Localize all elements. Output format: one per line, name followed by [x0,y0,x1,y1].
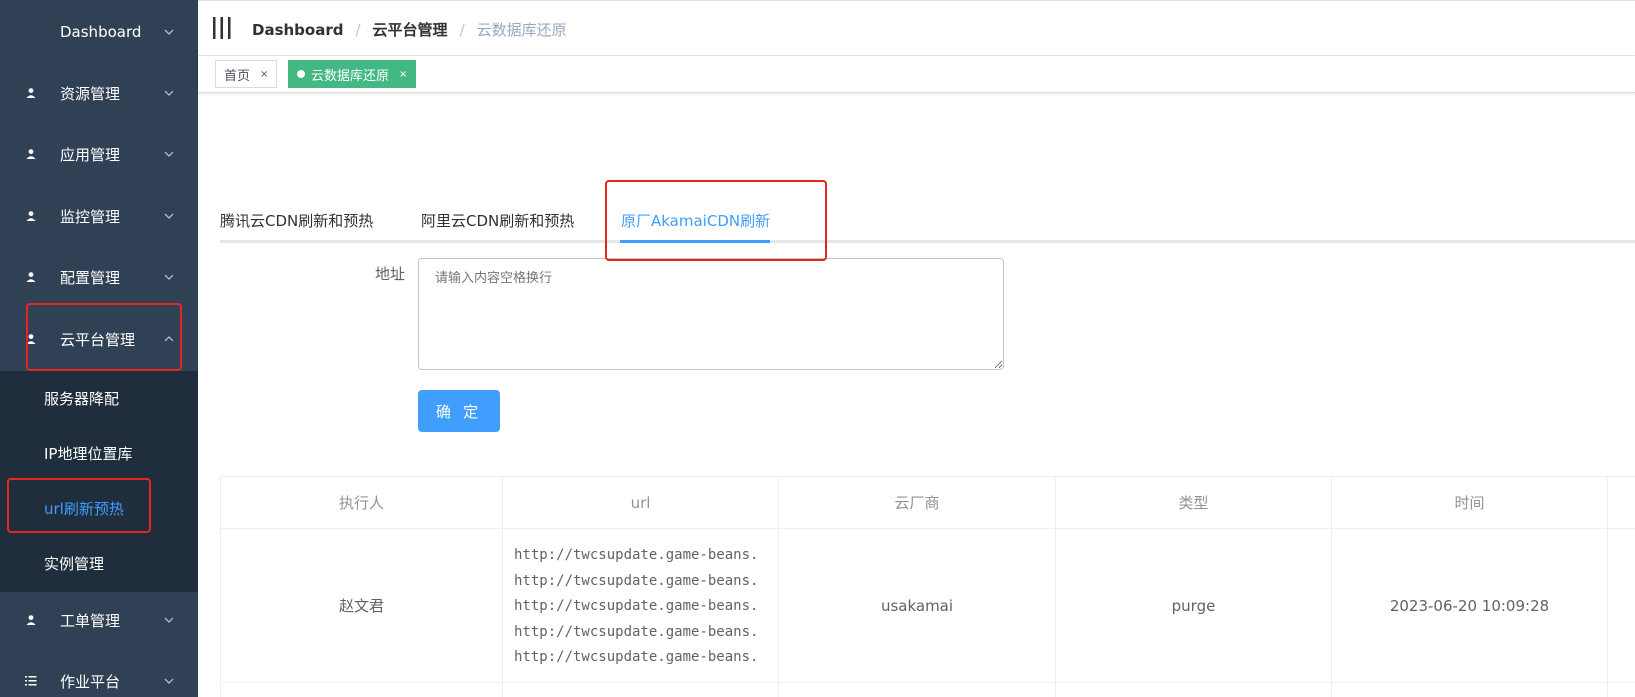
chevron-down-icon [164,213,174,219]
sidebar-item-label: 监控管理 [60,207,121,226]
sidebar-item-jobs[interactable]: 作业平台 [0,653,198,697]
sidebar-item-label: 应用管理 [60,145,121,164]
cell-executor: 赵文君 [221,529,503,683]
submenu-cloud-platform: 服务器降配 IP地理位置库 url刷新预热 实例管理 [0,371,198,592]
sidebar-item-label: 作业平台 [60,672,121,691]
cdn-tabs: 腾讯云CDN刷新和预热 阿里云CDN刷新和预热 原厂AkamaiCDN刷新 [220,205,1635,243]
close-icon[interactable]: × [399,69,407,80]
chevron-down-icon [164,29,174,35]
close-icon[interactable]: × [260,69,268,80]
app-root: Dashboard 资源管理 应用管理 监控管理 配置管理 云平台管理 服务器降… [0,0,1635,697]
address-textarea[interactable] [418,258,1004,370]
confirm-button[interactable]: 确 定 [418,390,500,432]
sidebar: Dashboard 资源管理 应用管理 监控管理 配置管理 云平台管理 服务器降… [0,0,198,697]
records-table: 执行人 url 云厂商 类型 时间 赵文君 http://twcsupdate.… [220,476,1635,697]
submenu-item-url-refresh[interactable]: url刷新预热 [0,481,198,536]
sidebar-item-apps[interactable]: 应用管理 [0,126,198,182]
navbar: Dashboard / 云平台管理 / 云数据库还原 [198,0,1635,56]
url-line: http://twcsupdate.game-beans. [514,598,759,615]
breadcrumb: Dashboard / 云平台管理 / 云数据库还原 [252,19,567,40]
hamburger-icon[interactable] [212,17,232,39]
tag-home[interactable]: 首页 × [215,60,278,88]
breadcrumb-separator: / [355,20,361,39]
sidebar-item-cloud-platform[interactable]: 云平台管理 [0,311,198,367]
url-line: http://twcsupdate.game-beans. [514,572,759,589]
tag-cloud-db-restore[interactable]: 云数据库还原 × [288,60,417,88]
url-line: http://twcsupdate.game-beans. [514,649,759,666]
column-header-type: 类型 [1056,477,1332,529]
tags-view: 首页 × 云数据库还原 × [198,56,1635,93]
sidebar-item-monitoring[interactable]: 监控管理 [0,188,198,244]
tag-label: 云数据库还原 [311,68,390,84]
user-icon [26,88,36,98]
active-dot-icon [297,70,305,78]
sidebar-item-config[interactable]: 配置管理 [0,249,198,305]
sidebar-item-label: Dashboard [60,23,142,41]
table-row-next [1332,683,1608,697]
cell-time: 2023-06-20 10:09:28 [1332,529,1608,683]
column-header-executor: 执行人 [221,477,503,529]
cell-type: purge [1056,529,1332,683]
sidebar-item-label: 资源管理 [60,84,121,103]
active-tab-indicator [620,240,770,243]
cell-vendor: usakamai [779,529,1056,683]
sidebar-item-dashboard[interactable]: Dashboard [0,4,198,60]
tab-tencent-cdn[interactable]: 腾讯云CDN刷新和预热 [220,210,373,231]
tag-label: 首页 [224,68,251,84]
cell-extra [1608,529,1635,683]
breadcrumb-item-dashboard[interactable]: Dashboard [252,21,343,39]
url-line: http://twcsupdate.game-beans. [514,547,759,563]
column-header-url: url [503,477,779,529]
submenu-item-server-downgrade[interactable]: 服务器降配 [0,371,198,426]
breadcrumb-item-cloud-platform[interactable]: 云平台管理 [373,19,448,40]
chevron-down-icon [164,90,174,96]
url-list: http://twcsupdate.game-beans. http://twc… [514,543,758,671]
submenu-item-ip-geo[interactable]: IP地理位置库 [0,426,198,481]
table-row-next [1056,683,1332,697]
column-header-extra [1608,477,1635,529]
cell-url: http://twcsupdate.game-beans. http://twc… [503,529,779,683]
column-header-time: 时间 [1332,477,1608,529]
chevron-down-icon [164,678,174,684]
table-row-next [779,683,1056,697]
tab-akamai-cdn[interactable]: 原厂AkamaiCDN刷新 [621,210,770,231]
sidebar-item-label: 云平台管理 [60,330,136,349]
chevron-down-icon [164,151,174,157]
address-label: 地址 [374,265,405,283]
column-header-vendor: 云厂商 [779,477,1056,529]
url-line: http://twcsupdate.game-beans. [514,623,759,640]
sidebar-item-label: 工单管理 [60,611,121,630]
breadcrumb-separator: / [459,20,465,39]
user-icon [26,211,36,221]
list-icon [25,676,37,686]
sidebar-item-tickets[interactable]: 工单管理 [0,592,198,648]
chevron-up-icon [164,336,174,342]
tab-aliyun-cdn[interactable]: 阿里云CDN刷新和预热 [421,210,574,231]
chevron-down-icon [164,274,174,280]
user-icon [26,149,36,159]
submenu-item-instances[interactable]: 实例管理 [0,536,198,591]
chevron-down-icon [164,617,174,623]
table-row-next [221,683,503,697]
user-icon [26,272,36,282]
table-row-next [503,683,779,697]
sidebar-item-resources[interactable]: 资源管理 [0,65,198,121]
sidebar-item-label: 配置管理 [60,268,121,287]
user-icon [26,334,36,344]
user-icon [26,615,36,625]
breadcrumb-item-current: 云数据库还原 [476,21,567,39]
